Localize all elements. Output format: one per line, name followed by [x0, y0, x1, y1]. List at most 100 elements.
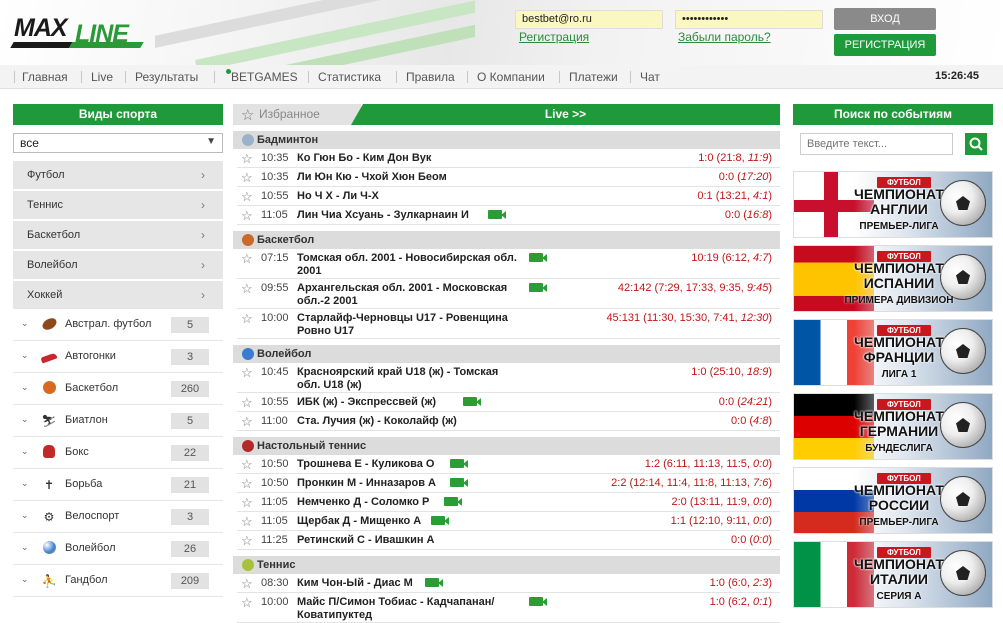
event-row[interactable]: ☆ 11:25 Ретинский С - Ивашкин А 0:0 (0:0) — [237, 531, 780, 550]
event-teams[interactable]: Майс П/Симон Тобиас - Кадчапанан/ Ковати… — [297, 596, 522, 622]
event-teams[interactable]: Трошнева Е - Куликова О — [297, 458, 522, 471]
login-password-input[interactable]: •••••••••••• — [675, 10, 823, 29]
video-camera-icon[interactable] — [431, 516, 449, 525]
event-row[interactable]: ☆ 11:00 Ста. Лучия (ж) - Коколайф (ж) 0:0 (… — [237, 412, 780, 431]
event-row[interactable]: ☆ 11:05 Немченко Д - Соломко Р 2:0 (13:11, … — [237, 493, 780, 512]
login-email-input[interactable]: bestbet@ro.ru — [515, 10, 663, 29]
league-banner-italy[interactable]: ФУТБОЛ ЧЕМПИОНАТ ИТАЛИИ СЕРИЯ А — [793, 541, 993, 608]
event-teams[interactable]: ИБК (ж) - Экспрессвей (ж) — [297, 396, 522, 409]
favorite-star-icon[interactable]: ☆ — [241, 576, 253, 592]
favorite-star-icon[interactable]: ☆ — [241, 595, 253, 611]
tab-favorites[interactable]: ☆ Избранное — [233, 104, 361, 125]
event-teams[interactable]: Ста. Лучия (ж) - Коколайф (ж) — [297, 415, 522, 428]
video-camera-icon[interactable] — [529, 253, 547, 262]
nav-item-rules[interactable]: Правила — [406, 70, 455, 84]
favorite-star-icon[interactable]: ☆ — [241, 457, 253, 473]
sport-item-aussie-football[interactable]: ⌄ Австрал. футбол 5 — [13, 309, 223, 341]
video-camera-icon[interactable] — [424, 578, 443, 587]
sport-item-basketball[interactable]: ⌄ Баскетбол 260 — [13, 373, 223, 405]
event-row[interactable]: ☆ 11:05 Щербак Д - Мищенко А 1:1 (12:10, 9:… — [237, 512, 780, 531]
nav-item-betgames[interactable]: BETGAMES — [231, 70, 298, 84]
league-banner-france[interactable]: ФУТБОЛ ЧЕМПИОНАТ ФРАНЦИИ ЛИГА 1 — [793, 319, 993, 386]
video-camera-icon[interactable] — [449, 478, 468, 487]
category-basketball[interactable]: Баскетбол › — [13, 221, 223, 249]
event-row[interactable]: ☆ 10:00 Майс П/Симон Тобиас - Кадчапанан/ … — [237, 593, 780, 623]
league-banner-england[interactable]: ФУТБОЛ ЧЕМПИОНАТ АНГЛИИ ПРЕМЬЕР-ЛИГА — [793, 171, 993, 238]
favorite-star-icon[interactable]: ☆ — [241, 189, 253, 205]
event-teams[interactable]: Но Ч Х - Ли Ч-Х — [297, 190, 522, 203]
event-teams[interactable]: Архангельская обл. 2001 - Московская обл… — [297, 282, 522, 308]
search-button[interactable] — [965, 133, 987, 155]
event-teams[interactable]: Ким Чон-Ый - Диас М — [297, 577, 522, 590]
favorite-star-icon[interactable]: ☆ — [241, 208, 253, 224]
favorite-star-icon[interactable]: ☆ — [241, 495, 253, 511]
event-teams[interactable]: Щербак Д - Мищенко А — [297, 515, 522, 528]
event-row[interactable]: ☆ 11:05 Лин Чиа Хсуань - Зулкарнаин И 0:0 (… — [237, 206, 780, 225]
event-teams[interactable]: Ли Юн Кю - Чхой Хюн Беом — [297, 171, 522, 184]
event-row[interactable]: ☆ 10:55 Но Ч Х - Ли Ч-Х 0:1 (13:21, 4:1) — [237, 187, 780, 206]
favorite-star-icon[interactable]: ☆ — [241, 395, 253, 411]
video-camera-icon[interactable] — [529, 283, 547, 292]
forgot-password-link[interactable]: Забыли пароль? — [678, 30, 771, 44]
event-row[interactable]: ☆ 10:50 Пронкин М - Инназаров А 2:2 (12:14,… — [237, 474, 780, 493]
favorite-star-icon[interactable]: ☆ — [241, 251, 253, 267]
league-banner-russia[interactable]: ФУТБОЛ ЧЕМПИОНАТ РОССИИ ПРЕМЬЕР-ЛИГА — [793, 467, 993, 534]
category-volleyball[interactable]: Волейбол › — [13, 251, 223, 279]
sport-item-cycling[interactable]: ⌄ ⚙ Велоспорт 3 — [13, 501, 223, 533]
category-tennis[interactable]: Теннис › — [13, 191, 223, 219]
favorite-star-icon[interactable]: ☆ — [241, 281, 253, 297]
nav-item-results[interactable]: Результаты — [135, 70, 198, 84]
sport-item-boxing[interactable]: ⌄ Бокс 22 — [13, 437, 223, 469]
nav-item-about[interactable]: О Компании — [477, 70, 545, 84]
video-camera-icon[interactable] — [443, 497, 462, 506]
sport-item-volleyball[interactable]: ⌄ Волейбол 26 — [13, 533, 223, 565]
nav-item-live[interactable]: Live — [91, 70, 113, 84]
favorite-star-icon[interactable]: ☆ — [241, 170, 253, 186]
sport-item-biathlon[interactable]: ⌄ ⛷ Биатлон 5 — [13, 405, 223, 437]
event-teams[interactable]: Томская обл. 2001 - Новосибирская обл. 2… — [297, 252, 522, 278]
event-row[interactable]: ☆ 08:30 Ким Чон-Ый - Диас М 1:0 (6:0, 2:3) — [237, 574, 780, 593]
event-teams[interactable]: Пронкин М - Инназаров А — [297, 477, 522, 490]
sport-item-handball[interactable]: ⌄ ⛹ Гандбол 209 — [13, 565, 223, 597]
event-row[interactable]: ☆ 10:45 Красноярский край U18 (ж) - Томска… — [237, 363, 780, 393]
register-link[interactable]: Регистрация — [519, 30, 589, 44]
category-football[interactable]: Футбол › — [13, 161, 223, 189]
video-camera-icon[interactable] — [462, 397, 481, 406]
league-banner-germany[interactable]: ФУТБОЛ ЧЕМПИОНАТ ГЕРМАНИИ БУНДЕСЛИГА — [793, 393, 993, 460]
favorite-star-icon[interactable]: ☆ — [241, 311, 253, 327]
nav-item-statistics[interactable]: Статистика — [318, 70, 381, 84]
event-teams[interactable]: Ко Гюн Бо - Ким Дон Вук — [297, 152, 522, 165]
event-teams[interactable]: Красноярский край U18 (ж) - Томская обл.… — [297, 366, 522, 392]
favorite-star-icon[interactable]: ☆ — [241, 414, 253, 430]
event-row[interactable]: ☆ 09:55 Архангельская обл. 2001 - Московск… — [237, 279, 780, 309]
event-teams[interactable]: Ретинский С - Ивашкин А — [297, 534, 522, 547]
event-row[interactable]: ☆ 10:50 Трошнева Е - Куликова О 1:2 (6:11, … — [237, 455, 780, 474]
event-row[interactable]: ☆ 10:35 Ли Юн Кю - Чхой Хюн Беом 0:0 (17:20… — [237, 168, 780, 187]
event-row[interactable]: ☆ 10:35 Ко Гюн Бо - Ким Дон Вук 1:0 (21:8, … — [237, 149, 780, 168]
event-row[interactable]: ☆ 07:15 Томская обл. 2001 - Новосибирская … — [237, 249, 780, 279]
sport-filter-select[interactable]: все ▼ — [13, 133, 223, 153]
favorite-star-icon[interactable]: ☆ — [241, 476, 253, 492]
event-row[interactable]: ☆ 10:00 Старлайф-Черновцы U17 - Ровенщина … — [237, 309, 780, 339]
league-banner-spain[interactable]: ФУТБОЛ ЧЕМПИОНАТ ИСПАНИИ ПРИМЕРА ДИВИЗИОН — [793, 245, 993, 312]
event-row[interactable]: ☆ 10:55 ИБК (ж) - Экспрессвей (ж) 0:0 (24:2… — [237, 393, 780, 412]
sport-item-motorsport[interactable]: ⌄ Автогонки 3 — [13, 341, 223, 373]
nav-item-chat[interactable]: Чат — [640, 70, 660, 84]
video-camera-icon[interactable] — [487, 210, 506, 219]
video-camera-icon[interactable] — [529, 597, 547, 606]
nav-item-home[interactable]: Главная — [22, 70, 68, 84]
favorite-star-icon[interactable]: ☆ — [241, 514, 253, 530]
favorite-star-icon[interactable]: ☆ — [241, 365, 253, 381]
video-camera-icon[interactable] — [449, 459, 468, 468]
category-hockey[interactable]: Хоккей › — [13, 281, 223, 309]
favorite-star-icon[interactable]: ☆ — [241, 151, 253, 167]
register-button[interactable]: РЕГИСТРАЦИЯ — [834, 34, 936, 56]
sport-item-wrestling[interactable]: ⌄ ✝ Борьба 21 — [13, 469, 223, 501]
event-search-input[interactable] — [800, 133, 953, 155]
login-button[interactable]: ВХОД — [834, 8, 936, 30]
favorite-star-icon[interactable]: ☆ — [241, 533, 253, 549]
maxline-logo[interactable]: MAX LINE — [10, 8, 152, 48]
event-teams[interactable]: Немченко Д - Соломко Р — [297, 496, 522, 509]
event-teams[interactable]: Старлайф-Черновцы U17 - Ровенщина Ровно … — [297, 312, 522, 338]
tab-live[interactable]: Live >> — [351, 104, 780, 125]
